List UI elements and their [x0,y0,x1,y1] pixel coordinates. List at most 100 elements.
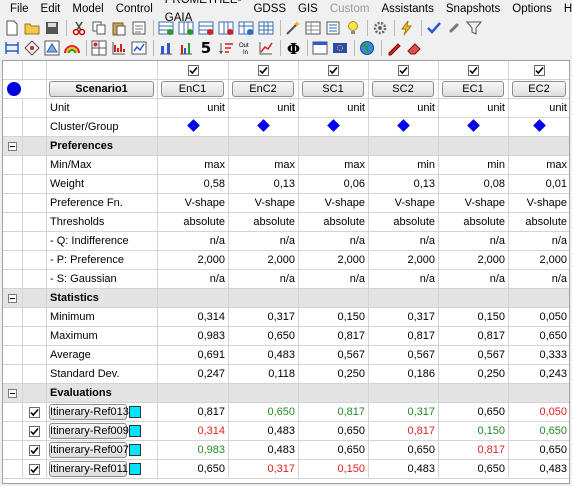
collapse-toggle[interactable] [3,384,23,403]
minmax-value[interactable]: max [509,156,569,175]
add-column-icon[interactable] [177,19,195,37]
evaluation-value[interactable]: 0,650 [439,403,509,422]
minimum-value[interactable]: 0,317 [369,308,439,327]
collapse-minus-icon[interactable] [8,389,17,398]
section-cell[interactable] [369,289,439,308]
preference-fn-value[interactable]: V-shape [509,194,569,213]
phi-icon[interactable]: Φ [284,39,302,57]
criterion-header-cell[interactable]: SC2 [369,80,439,99]
indifference-value[interactable]: n/a [158,232,229,251]
alternative-color-swatch[interactable] [129,425,141,437]
eraser-icon[interactable] [405,39,423,57]
indifference-value[interactable]: n/a [299,232,369,251]
table-icon[interactable] [304,19,322,37]
criterion-cell[interactable] [509,61,569,80]
gaussian-value[interactable]: n/a [369,270,439,289]
weight-value[interactable]: 0,58 [158,175,229,194]
section-cell[interactable] [229,384,299,403]
evaluation-value[interactable]: 0,650 [299,441,369,460]
line-chart-icon[interactable] [257,39,275,57]
evaluation-value[interactable]: 0,650 [509,441,569,460]
link-icon[interactable] [445,19,463,37]
minmax-value[interactable]: min [369,156,439,175]
alternative-name-button[interactable]: Itinerary-Ref007 [49,442,129,458]
alternative-color-swatch[interactable] [129,444,141,456]
stddev-value[interactable]: 0,250 [439,365,509,384]
section-cell[interactable] [158,289,229,308]
cluster-cell[interactable] [229,118,299,137]
minimum-value[interactable]: 0,150 [299,308,369,327]
stddev-value[interactable]: 0,118 [229,365,299,384]
evaluation-value[interactable]: 0,650 [158,460,229,479]
window-icon[interactable] [311,39,329,57]
profile-chart-icon[interactable] [110,39,128,57]
unit-value[interactable]: unit [369,99,439,118]
evaluation-value[interactable]: 0,150 [439,422,509,441]
maximum-value[interactable]: 0,817 [369,327,439,346]
weight-value[interactable]: 0,13 [229,175,299,194]
criterion-active-checkbox[interactable] [468,64,479,76]
alternative-name-button[interactable]: Itinerary-Ref011 [49,461,128,477]
maximum-value[interactable]: 0,817 [439,327,509,346]
collapse-minus-icon[interactable] [8,294,17,303]
ranking-icon[interactable] [3,39,21,57]
section-cell[interactable] [158,137,229,156]
out-in-icon[interactable]: Out In [237,39,255,57]
delete-column-icon[interactable] [217,19,235,37]
gaussian-value[interactable]: n/a [229,270,299,289]
criterion-active-checkbox[interactable] [398,64,409,76]
evaluation-value[interactable]: 0,817 [158,403,229,422]
criterion-header-cell[interactable]: EnC2 [229,80,299,99]
table-edit-icon[interactable] [237,19,255,37]
weight-value[interactable]: 0,08 [439,175,509,194]
threshold-value[interactable]: absolute [509,213,569,232]
list-icon[interactable] [324,19,342,37]
weight-value[interactable]: 0,01 [509,175,569,194]
menu-options[interactable]: Options [506,0,558,18]
average-value[interactable]: 0,567 [439,346,509,365]
menu-custom[interactable]: Custom [324,0,376,18]
criterion-cell[interactable] [229,61,299,80]
indifference-value[interactable]: n/a [509,232,569,251]
globe-icon[interactable] [358,39,376,57]
preference-value[interactable]: 2,000 [229,251,299,270]
properties-icon[interactable] [130,19,148,37]
criterion-header-button[interactable]: SC1 [302,81,364,97]
gaussian-value[interactable]: n/a [299,270,369,289]
evaluation-value[interactable]: 0,314 [158,422,229,441]
evaluation-value[interactable]: 0,650 [439,460,509,479]
menu-control[interactable]: Control [110,0,159,18]
sort-icon[interactable] [217,39,235,57]
minimum-value[interactable]: 0,050 [509,308,569,327]
gaussian-value[interactable]: n/a [439,270,509,289]
section-cell[interactable] [439,289,509,308]
threshold-value[interactable]: absolute [369,213,439,232]
evaluation-value[interactable]: 0,650 [229,403,299,422]
menu-edit[interactable]: Edit [35,0,67,18]
paste-icon[interactable] [110,19,128,37]
unit-value[interactable]: unit [509,99,569,118]
scenario-color-dot[interactable] [7,82,21,96]
minimum-value[interactable]: 0,314 [158,308,229,327]
cluster-cell[interactable] [509,118,569,137]
evaluation-value[interactable]: 0,150 [299,460,369,479]
collapse-toggle[interactable] [3,289,23,308]
maximum-value[interactable]: 0,983 [158,327,229,346]
matrix-icon[interactable] [90,39,108,57]
criterion-active-checkbox[interactable] [187,64,199,76]
criterion-cell[interactable] [158,61,229,80]
criterion-header-cell[interactable]: SC1 [299,80,369,99]
preference-fn-value[interactable]: V-shape [439,194,509,213]
check-icon[interactable] [425,19,443,37]
threshold-value[interactable]: absolute [158,213,229,232]
section-cell[interactable] [369,384,439,403]
menu-gis[interactable]: GIS [292,0,324,18]
evaluation-value[interactable]: 0,483 [369,460,439,479]
section-cell[interactable] [229,289,299,308]
evaluation-value[interactable]: 0,983 [158,441,229,460]
section-cell[interactable] [439,137,509,156]
preference-fn-value[interactable]: V-shape [369,194,439,213]
section-cell[interactable] [439,384,509,403]
stddev-value[interactable]: 0,243 [509,365,569,384]
magic-wand-icon[interactable] [284,19,302,37]
